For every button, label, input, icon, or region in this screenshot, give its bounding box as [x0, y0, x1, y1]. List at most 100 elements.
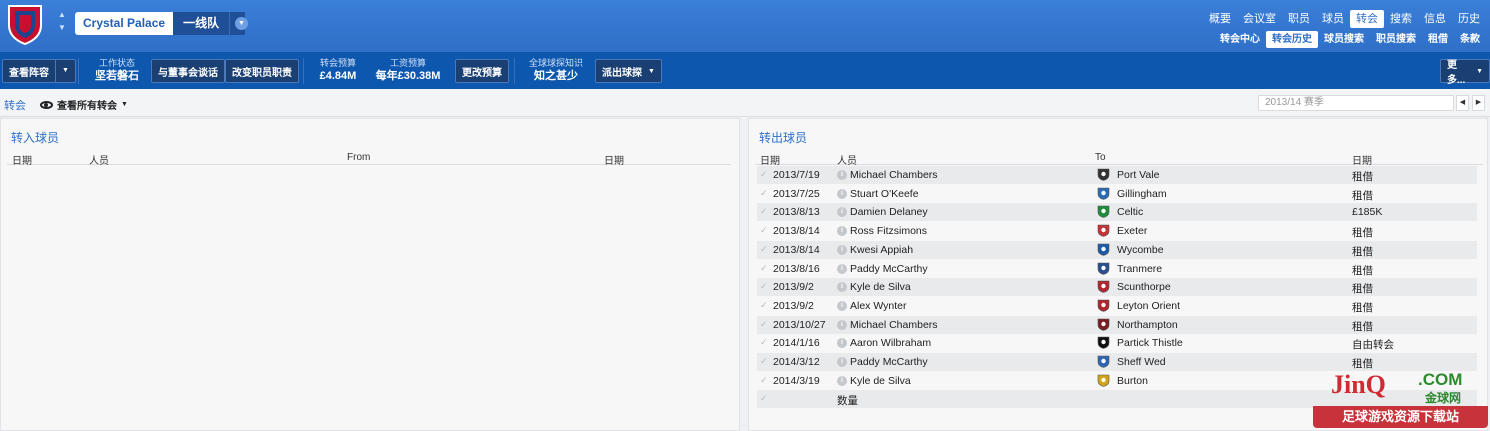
- transfer-budget-label: 转会预算: [319, 58, 356, 68]
- table-row[interactable]: ✓ 2013/8/13 i Damien Delaney Celtic £185K: [757, 203, 1477, 222]
- arrow-down-icon[interactable]: ▼: [56, 21, 68, 34]
- col-from[interactable]: From: [347, 152, 370, 163]
- nav-sub-item[interactable]: 条款: [1454, 31, 1486, 48]
- arrow-up-icon[interactable]: ▲: [56, 8, 68, 21]
- row-club[interactable]: Wycombe: [1117, 244, 1164, 256]
- row-person[interactable]: Aaron Wilbraham: [850, 337, 931, 349]
- row-club[interactable]: Sheff Wed: [1117, 356, 1166, 368]
- chevron-down-icon[interactable]: ▼: [648, 68, 655, 75]
- nav-main-item[interactable]: 信息: [1418, 10, 1452, 28]
- nav-main-item[interactable]: 概要: [1203, 10, 1237, 28]
- club-crest-icon[interactable]: [6, 3, 44, 45]
- info-icon[interactable]: i: [837, 188, 847, 199]
- nav-main-item[interactable]: 职员: [1282, 10, 1316, 28]
- row-person[interactable]: Paddy McCarthy: [850, 356, 928, 368]
- season-select[interactable]: 2013/14 赛季: [1258, 95, 1454, 111]
- row-date: 2014/3/19: [773, 374, 820, 387]
- row-person[interactable]: Kyle de Silva: [850, 375, 911, 387]
- squad-name[interactable]: 一线队: [173, 12, 230, 35]
- scout-knowledge-label: 全球球探知识: [528, 58, 583, 68]
- transfers-out-title: 转出球员: [759, 131, 808, 145]
- nav-sub-item[interactable]: 转会历史: [1266, 31, 1318, 48]
- row-person[interactable]: Kwesi Appiah: [850, 244, 913, 256]
- info-icon[interactable]: i: [837, 300, 847, 311]
- info-icon[interactable]: i: [837, 282, 847, 293]
- chevron-down-icon[interactable]: ▼: [1476, 68, 1483, 75]
- table-row[interactable]: ✓ 2013/10/27 i Michael Chambers Northampton 租…: [757, 315, 1477, 334]
- col-person[interactable]: 人员: [837, 152, 857, 167]
- info-icon[interactable]: i: [837, 244, 847, 255]
- row-person[interactable]: Kyle de Silva: [850, 281, 911, 293]
- more-button[interactable]: 更多... ▼: [1440, 59, 1490, 86]
- table-row[interactable]: ✓ 2013/7/25 i Stuart O'Keefe Gillingham 租借: [757, 185, 1477, 203]
- view-squad-button[interactable]: 查看阵容 ▼: [2, 59, 76, 83]
- row-club[interactable]: Northampton: [1117, 319, 1178, 331]
- table-row[interactable]: ✓ 2013/9/2 i Kyle de Silva Scunthorpe 租借: [757, 278, 1477, 297]
- club-badge-icon: [1097, 224, 1110, 237]
- row-club[interactable]: Burton: [1117, 375, 1148, 387]
- row-person[interactable]: Alex Wynter: [850, 300, 907, 312]
- info-icon[interactable]: i: [837, 338, 847, 349]
- info-icon[interactable]: i: [837, 226, 847, 237]
- row-club[interactable]: Port Vale: [1117, 169, 1159, 181]
- col-date[interactable]: 日期: [760, 152, 780, 167]
- col-person[interactable]: 人员: [89, 152, 109, 167]
- chevron-down-icon[interactable]: ▼: [55, 60, 69, 82]
- col-fee[interactable]: 日期: [1352, 152, 1372, 167]
- send-scout-button[interactable]: 派出球探 ▼: [595, 59, 662, 83]
- row-club[interactable]: Partick Thistle: [1117, 337, 1183, 349]
- nav-main-item[interactable]: 搜索: [1384, 10, 1418, 28]
- row-club[interactable]: Exeter: [1117, 225, 1147, 237]
- team-switch-arrows[interactable]: ▲ ▼: [56, 8, 68, 36]
- view-filter-dropdown[interactable]: 查看所有转会 ▼: [40, 97, 128, 112]
- table-row[interactable]: ✓ 2013/8/14 i Kwesi Appiah Wycombe 租借: [757, 240, 1477, 259]
- prev-season-icon[interactable]: ◀: [1456, 95, 1469, 111]
- col-date[interactable]: 日期: [12, 152, 32, 167]
- row-person[interactable]: Stuart O'Keefe: [850, 188, 919, 200]
- row-person[interactable]: Michael Chambers: [850, 319, 938, 331]
- row-person[interactable]: Michael Chambers: [850, 169, 938, 181]
- nav-sub-item[interactable]: 租借: [1422, 31, 1454, 48]
- breadcrumb[interactable]: 转会: [4, 97, 26, 113]
- table-row[interactable]: ✓ 2014/1/16 i Aaron Wilbraham Partick Thistl…: [757, 334, 1477, 352]
- nav-main-item[interactable]: 历史: [1452, 10, 1486, 28]
- nav-main-item[interactable]: 会议室: [1237, 10, 1282, 28]
- row-person[interactable]: Paddy McCarthy: [850, 263, 928, 275]
- team-selector[interactable]: Crystal Palace 一线队 ▼: [75, 12, 246, 35]
- table-row[interactable]: ✓ 2013/9/2 i Alex Wynter Leyton Orient 租借: [757, 297, 1477, 315]
- row-club[interactable]: Scunthorpe: [1117, 281, 1171, 293]
- nav-sub-item[interactable]: 球员搜索: [1318, 31, 1370, 48]
- row-club[interactable]: Tranmere: [1117, 263, 1162, 275]
- change-budget-button[interactable]: 更改预算: [455, 59, 509, 83]
- row-person[interactable]: Ross Fitzsimons: [850, 225, 927, 237]
- change-staff-button[interactable]: 改变职员职责: [225, 59, 299, 83]
- row-club[interactable]: Gillingham: [1117, 188, 1167, 200]
- table-row[interactable]: ✓ 2013/8/16 i Paddy McCarthy Tranmere 租借: [757, 260, 1477, 278]
- send-scout-label: 派出球探: [602, 67, 642, 79]
- row-person[interactable]: Damien Delaney: [850, 206, 928, 218]
- nav-sub-item[interactable]: 转会中心: [1214, 31, 1266, 48]
- row-club[interactable]: Leyton Orient: [1117, 300, 1180, 312]
- check-icon: ✓: [760, 206, 768, 217]
- talk-board-button[interactable]: 与董事会谈话: [151, 59, 225, 83]
- info-icon[interactable]: i: [837, 263, 847, 274]
- team-name[interactable]: Crystal Palace: [75, 12, 174, 35]
- table-row[interactable]: ✓ 2013/7/19 i Michael Chambers Port Vale 租借: [757, 166, 1477, 184]
- team-menu-chevron-icon[interactable]: ▼: [235, 17, 248, 30]
- table-row[interactable]: ✓ 2014/3/12 i Paddy McCarthy Sheff Wed 租借: [757, 353, 1477, 371]
- col-to[interactable]: To: [1095, 152, 1106, 163]
- nav-main-item[interactable]: 球员: [1316, 10, 1350, 28]
- col-fee[interactable]: 日期: [604, 152, 624, 167]
- club-badge-icon: [1097, 168, 1110, 181]
- info-icon[interactable]: i: [837, 375, 847, 386]
- watermark-slogan: 足球游戏资源下载站: [1313, 406, 1488, 428]
- next-season-icon[interactable]: ▶: [1472, 95, 1485, 111]
- nav-main-item[interactable]: 转会: [1350, 10, 1384, 28]
- info-icon[interactable]: i: [837, 170, 847, 180]
- info-icon[interactable]: i: [837, 207, 847, 218]
- info-icon[interactable]: i: [837, 319, 847, 330]
- row-club[interactable]: Celtic: [1117, 206, 1143, 218]
- table-row[interactable]: ✓ 2013/8/14 i Ross Fitzsimons Exeter 租借: [757, 222, 1477, 240]
- nav-sub-item[interactable]: 职员搜索: [1370, 31, 1422, 48]
- info-icon[interactable]: i: [837, 357, 847, 367]
